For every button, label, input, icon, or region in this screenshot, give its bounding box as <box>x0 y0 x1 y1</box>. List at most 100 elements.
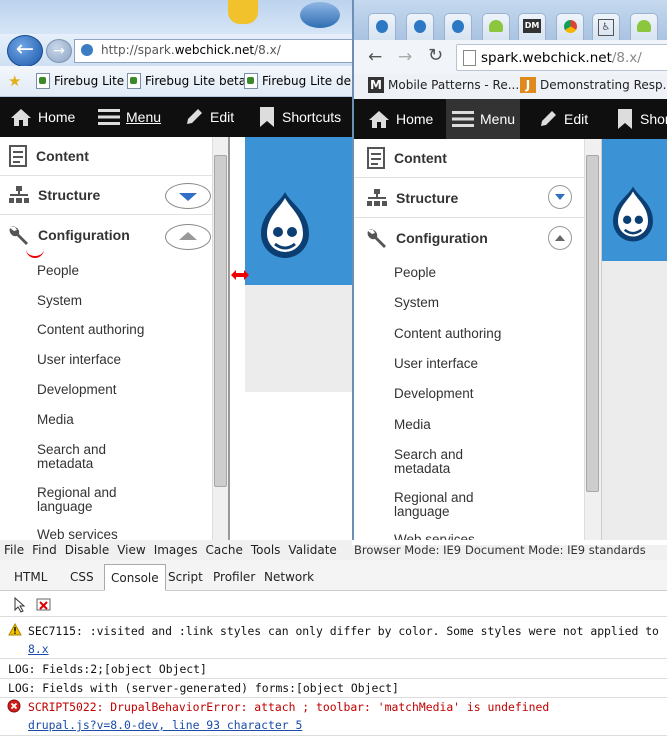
structure-toggle[interactable] <box>165 183 211 209</box>
document-mode[interactable]: Document Mode: IE9 standards <box>465 543 646 557</box>
tray-sub-people[interactable]: People <box>394 266 436 280</box>
console-warning-text: SEC7115: :visited and :link styles can o… <box>28 624 659 638</box>
chrome-tab-android-2[interactable] <box>630 13 658 40</box>
drupal-favicon <box>81 44 93 56</box>
ie-developer-tools: File Find Disable View Images Cache Tool… <box>0 540 667 755</box>
tray-sub-regional-language[interactable]: Regional and language <box>394 491 474 519</box>
configuration-toggle[interactable] <box>165 224 211 250</box>
clear-console-icon[interactable] <box>36 598 52 616</box>
druplicon-logo <box>261 192 309 258</box>
chevron-down-icon <box>555 194 565 200</box>
scrollbar-thumb[interactable] <box>214 155 227 487</box>
tray-item-content[interactable]: Content <box>354 139 589 178</box>
document-icon <box>9 145 27 167</box>
chrome-tab-drupal-3[interactable] <box>444 13 472 40</box>
forward-arrow-icon[interactable]: → <box>398 47 412 67</box>
document-icon <box>367 147 385 169</box>
ie-address-bar[interactable]: http://spark.webchick.net/8.x/ <box>74 39 352 63</box>
tab-html[interactable]: HTML <box>8 566 53 588</box>
tray-sub-regional-language[interactable]: Regional and language <box>37 486 117 514</box>
reload-icon[interactable]: ↻ <box>428 45 443 66</box>
toolbar-menu[interactable]: Menu <box>452 99 515 139</box>
console-error-link[interactable]: drupal.js?v=8.0-dev, line 93 character 5 <box>28 718 302 732</box>
favorite-firebug-lite-debug[interactable]: Firebug Lite debu <box>244 72 352 90</box>
tray-sub-search-metadata[interactable]: Search and metadata <box>394 448 463 476</box>
chrome-tab-accessibility[interactable]: ♿ <box>592 13 620 40</box>
sitemap-icon <box>367 188 387 206</box>
chrome-tab-chrome[interactable] <box>556 13 584 40</box>
tray-sub-system[interactable]: System <box>394 296 439 310</box>
tray-sub-development[interactable]: Development <box>394 387 474 401</box>
toolbar-shortcuts[interactable]: Shor <box>616 99 667 139</box>
tray-sub-media[interactable]: Media <box>37 413 74 427</box>
chevron-down-icon <box>179 193 197 201</box>
menu-file[interactable]: File <box>0 543 28 557</box>
forward-button[interactable]: → <box>46 39 72 63</box>
chrome-tab-android-1[interactable] <box>482 13 510 40</box>
menu-view[interactable]: View <box>113 543 149 557</box>
browser-mode[interactable]: Browser Mode: IE9 <box>354 543 461 557</box>
tab-css[interactable]: CSS <box>64 566 100 588</box>
wrench-icon <box>367 229 386 248</box>
toolbar-shortcuts[interactable]: Shortcuts <box>258 97 341 137</box>
tray-sub-development[interactable]: Development <box>37 383 117 397</box>
configuration-toggle[interactable] <box>548 226 572 250</box>
tray-sub-content-authoring[interactable]: Content authoring <box>394 327 501 341</box>
tray-sub-search-metadata[interactable]: Search and metadata <box>37 443 106 471</box>
structure-toggle[interactable] <box>548 185 572 209</box>
menu-find[interactable]: Find <box>28 543 61 557</box>
toolbar-home[interactable]: Home <box>10 97 75 137</box>
tray-sub-user-interface[interactable]: User interface <box>394 357 478 371</box>
toolbar-edit[interactable]: Edit <box>538 99 588 139</box>
page-content-area <box>245 285 352 392</box>
bookmark-demonstrating-resp[interactable]: J Demonstrating Resp... <box>520 77 667 93</box>
chrome-tab-drupal-2[interactable] <box>406 13 434 40</box>
favorite-firebug-lite-beta[interactable]: Firebug Lite beta <box>127 72 246 90</box>
tray-sub-content-authoring[interactable]: Content authoring <box>37 323 144 337</box>
tab-console[interactable]: Console <box>104 564 166 591</box>
tab-network[interactable]: Network <box>258 566 320 588</box>
scrollbar-thumb[interactable] <box>586 155 599 492</box>
menu-icon <box>452 111 474 127</box>
resize-arrow-icon[interactable] <box>230 268 250 282</box>
favorite-firebug-lite[interactable]: Firebug Lite <box>36 72 124 90</box>
tray-sub-web-services[interactable]: Web services <box>37 528 118 541</box>
back-button[interactable]: ← <box>7 35 43 67</box>
menu-images[interactable]: Images <box>150 543 202 557</box>
chrome-tab-drupal-1[interactable] <box>368 13 396 40</box>
back-arrow-icon[interactable]: ← <box>368 47 382 67</box>
chrome-tab-dm[interactable]: DM <box>518 13 546 40</box>
chrome-omnibox[interactable]: spark.webchick.net/8.x/ <box>456 44 667 71</box>
console-error-text: SCRIPT5022: DrupalBehaviorError: attach … <box>28 700 550 714</box>
bookmark-mobile-patterns[interactable]: M Mobile Patterns - Re... <box>368 77 519 93</box>
bookmark-icon <box>260 107 274 127</box>
console-warning-link[interactable]: 8.x <box>28 642 49 656</box>
tab-profiler[interactable]: Profiler <box>207 566 261 588</box>
console-separator <box>0 658 667 659</box>
toolbar-home[interactable]: Home <box>368 99 433 139</box>
druplicon-logo <box>613 186 653 242</box>
devtools-menu-bar: File Find Disable View Images Cache Tool… <box>0 540 352 560</box>
home-icon <box>11 109 31 126</box>
sitemap-icon <box>9 186 29 203</box>
tray-sub-system[interactable]: System <box>37 294 82 308</box>
page-icon <box>36 73 50 89</box>
tray-sub-media[interactable]: Media <box>394 418 431 432</box>
console-separator <box>0 697 667 698</box>
toolbar-menu[interactable]: Menu <box>98 97 161 137</box>
chrome-tab-strip <box>354 0 667 40</box>
tray-sub-user-interface[interactable]: User interface <box>37 353 121 367</box>
tab-script[interactable]: Script <box>162 566 209 588</box>
toolbar-edit[interactable]: Edit <box>184 97 234 137</box>
tray-sub-people[interactable]: People <box>37 264 79 278</box>
devtools-tabs <box>0 560 667 591</box>
menu-tools[interactable]: Tools <box>247 543 285 557</box>
select-element-icon[interactable] <box>13 596 27 617</box>
favorites-star-icon[interactable]: ★ <box>8 72 24 90</box>
menu-cache[interactable]: Cache <box>202 543 247 557</box>
menu-disable[interactable]: Disable <box>61 543 114 557</box>
page-icon <box>127 73 141 89</box>
page-content-area <box>602 261 667 545</box>
menu-validate[interactable]: Validate <box>284 543 340 557</box>
tray-item-content[interactable]: Content <box>0 137 220 176</box>
